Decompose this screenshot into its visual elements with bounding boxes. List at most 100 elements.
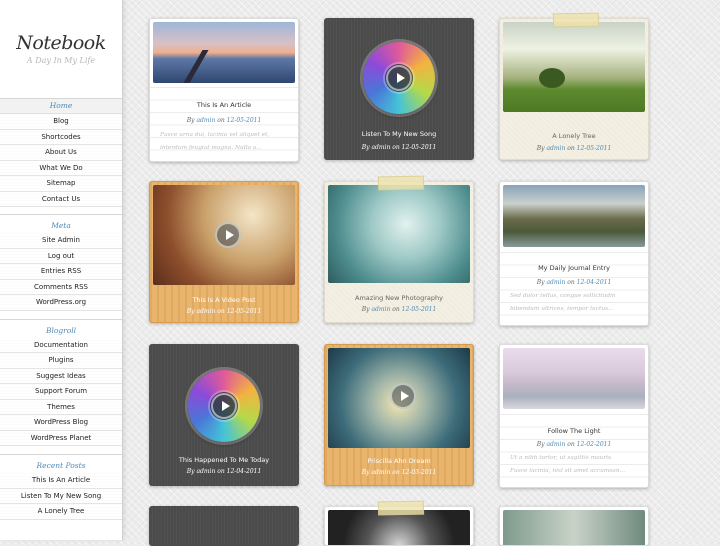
nav-item-about-us[interactable]: About Us (0, 145, 122, 161)
post-thumbnail[interactable] (503, 348, 645, 409)
post-thumbnail[interactable] (503, 185, 645, 247)
site-logo[interactable]: Notebook (0, 0, 122, 54)
post-author[interactable]: admin (196, 468, 215, 475)
post-date: 12-02-2011 (576, 441, 612, 448)
post-meta: By admin on 12-05-2011 (150, 308, 298, 315)
post-thumbnail[interactable] (153, 185, 295, 285)
recent-post-link[interactable]: This Is An Article (0, 473, 122, 489)
blogroll-widget: Blogroll Documentation Plugins Suggest I… (0, 318, 122, 446)
blogroll-link[interactable]: Plugins (0, 353, 122, 369)
nav-item-shortcodes[interactable]: Shortcodes (0, 129, 122, 145)
meta-entries-rss-link[interactable]: Entries RSS (0, 264, 122, 280)
meta-site-admin-link[interactable]: Site Admin (0, 233, 122, 249)
post-author[interactable]: admin (196, 308, 215, 315)
post-author[interactable]: admin (546, 279, 565, 286)
post-author[interactable]: admin (546, 145, 565, 152)
post-thumbnail[interactable] (328, 510, 470, 545)
post-title[interactable]: Amazing New Photography (325, 294, 473, 302)
blogroll-link[interactable]: Suggest Ideas (0, 368, 122, 384)
tape-decoration (552, 12, 600, 28)
pier-shape (183, 50, 209, 83)
post-title[interactable]: Listen To My New Song (324, 130, 474, 138)
post-card-image[interactable]: Amazing New Photography By admin on 12-0… (324, 181, 474, 323)
nav-item-contact-us[interactable]: Contact Us (0, 191, 122, 207)
recent-post-link[interactable]: Listen To My New Song (0, 488, 122, 504)
post-author[interactable]: admin (371, 144, 390, 151)
post-date: 12-05-2011 (226, 117, 262, 124)
post-date: 12-05-2011 (401, 306, 437, 313)
post-date: 12-05-2011 (226, 308, 262, 315)
post-meta-by: By (361, 306, 370, 313)
blogroll-link[interactable]: Documentation (0, 337, 122, 353)
play-icon[interactable] (390, 383, 416, 409)
post-thumbnail[interactable] (503, 510, 645, 545)
post-card-image[interactable]: A Lonely Tree By admin on 12-05-2011 (499, 18, 649, 160)
post-meta-by: By (186, 468, 195, 475)
excerpt-line: Sed dolor tellus, congue sollicitudin (510, 293, 616, 299)
post-meta-on: on (217, 117, 225, 124)
post-card-audio[interactable] (149, 506, 299, 546)
post-excerpt: Ut a nibh tortor, ut sagittis mauris. Fus… (510, 452, 638, 477)
post-title[interactable]: My Daily Journal Entry (500, 264, 648, 272)
post-meta-on: on (567, 279, 575, 286)
post-title[interactable]: Follow The Light (500, 427, 648, 435)
post-meta-on: on (392, 144, 400, 151)
post-card-video[interactable]: This Is A Video Post By admin on 12-05-2… (149, 181, 299, 323)
post-meta: By admin on 12-05-2011 (325, 306, 473, 313)
post-card-video[interactable]: Priscilla Ahn Dream By admin on 12-03-20… (324, 344, 474, 486)
post-meta: By admin on 12-05-2011 (150, 117, 298, 124)
nav-item-what-we-do[interactable]: What We Do (0, 160, 122, 176)
post-meta-on: on (392, 306, 400, 313)
recent-posts-widget: Recent Posts This Is An Article Listen T… (0, 454, 122, 520)
post-title[interactable]: This Is An Article (150, 101, 298, 109)
post-meta-on: on (567, 145, 575, 152)
post-date: 12-05-2011 (401, 144, 437, 151)
play-icon[interactable] (211, 393, 237, 419)
post-card-article[interactable]: This Is An Article By admin on 12-05-201… (149, 18, 299, 162)
post-meta-on: on (217, 308, 225, 315)
post-title[interactable]: This Is A Video Post (150, 296, 298, 304)
post-thumbnail[interactable] (328, 185, 470, 283)
meta-wordpress-org-link[interactable]: WordPress.org (0, 295, 122, 311)
post-title[interactable]: Priscilla Ahn Dream (325, 457, 473, 465)
post-card-article[interactable]: Follow The Light By admin on 12-02-2011 … (499, 344, 649, 488)
post-title[interactable]: A Lonely Tree (500, 132, 648, 140)
blogroll-link[interactable]: Themes (0, 399, 122, 415)
meta-log-out-link[interactable]: Log out (0, 248, 122, 264)
nav-item-blog[interactable]: Blog (0, 114, 122, 130)
site-header: Notebook A Day In My Life (0, 0, 122, 99)
post-author[interactable]: admin (371, 469, 390, 476)
post-meta-on: on (217, 468, 225, 475)
recent-post-link[interactable]: A Lonely Tree (0, 504, 122, 520)
play-icon[interactable] (215, 222, 241, 248)
post-thumbnail[interactable] (328, 348, 470, 448)
blogroll-link[interactable]: WordPress Planet (0, 430, 122, 446)
post-thumbnail[interactable] (503, 22, 645, 112)
excerpt-line: Fusce urna dui, lacinia vel aliquet et, (160, 132, 270, 138)
post-author[interactable]: admin (371, 306, 390, 313)
post-meta: By admin on 12-04-2011 (149, 468, 299, 475)
meta-comments-rss-link[interactable]: Comments RSS (0, 279, 122, 295)
nav-item-home[interactable]: Home (0, 99, 122, 114)
blogroll-link[interactable]: Support Forum (0, 384, 122, 400)
post-author[interactable]: admin (546, 441, 565, 448)
excerpt-line: interdum feugiat magna. Nulla a... (160, 144, 262, 151)
post-card-audio[interactable]: This Happened To Me Today By admin on 12… (149, 344, 299, 486)
post-title[interactable]: This Happened To Me Today (149, 456, 299, 464)
blogroll-link[interactable]: WordPress Blog (0, 415, 122, 431)
post-date: 12-03-2011 (401, 469, 437, 476)
post-meta-by: By (361, 469, 370, 476)
post-meta-by: By (536, 441, 545, 448)
post-date: 12-04-2011 (226, 468, 262, 475)
play-icon[interactable] (386, 65, 412, 91)
post-meta-by: By (536, 145, 545, 152)
post-card-image[interactable] (499, 506, 649, 546)
post-author[interactable]: admin (196, 117, 215, 124)
excerpt-line: Ut a nibh tortor, ut sagittis mauris. (510, 455, 613, 461)
recent-posts-heading: Recent Posts (36, 461, 86, 470)
nav-item-sitemap[interactable]: Sitemap (0, 176, 122, 192)
post-date: 12-04-2011 (576, 279, 612, 286)
post-thumbnail[interactable] (153, 22, 295, 83)
post-card-audio[interactable]: Listen To My New Song By admin on 12-05-… (324, 18, 474, 160)
post-card-article[interactable]: My Daily Journal Entry By admin on 12-04… (499, 181, 649, 326)
